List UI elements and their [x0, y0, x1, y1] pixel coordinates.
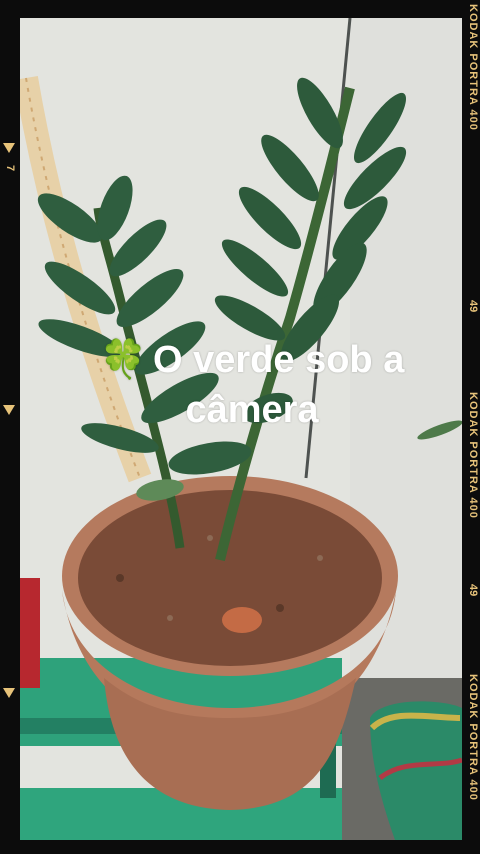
four-leaf-clover-icon: 🍀 [99, 339, 147, 381]
film-edge-right: KODAK PORTRA 400 49 KODAK PORTRA 400 49 … [462, 0, 480, 854]
film-left-number: 7 [4, 165, 16, 172]
film-brand-label: KODAK PORTRA 400 [467, 674, 479, 801]
film-frame: 🍀 O verde sob a câmera KODAK PORTRA 400 4… [0, 0, 480, 854]
caption-text: O verde sob a câmera [153, 339, 405, 431]
film-frame-number: 49 [467, 300, 479, 313]
film-frame-number: 49 [467, 584, 479, 597]
film-brand-label: KODAK PORTRA 400 [467, 392, 479, 519]
film-arrow-icon [3, 688, 15, 698]
film-brand-label: KODAK PORTRA 400 [467, 4, 479, 131]
caption: 🍀 O verde sob a câmera [62, 335, 442, 435]
film-arrow-icon [3, 143, 15, 153]
film-arrow-icon [3, 405, 15, 415]
